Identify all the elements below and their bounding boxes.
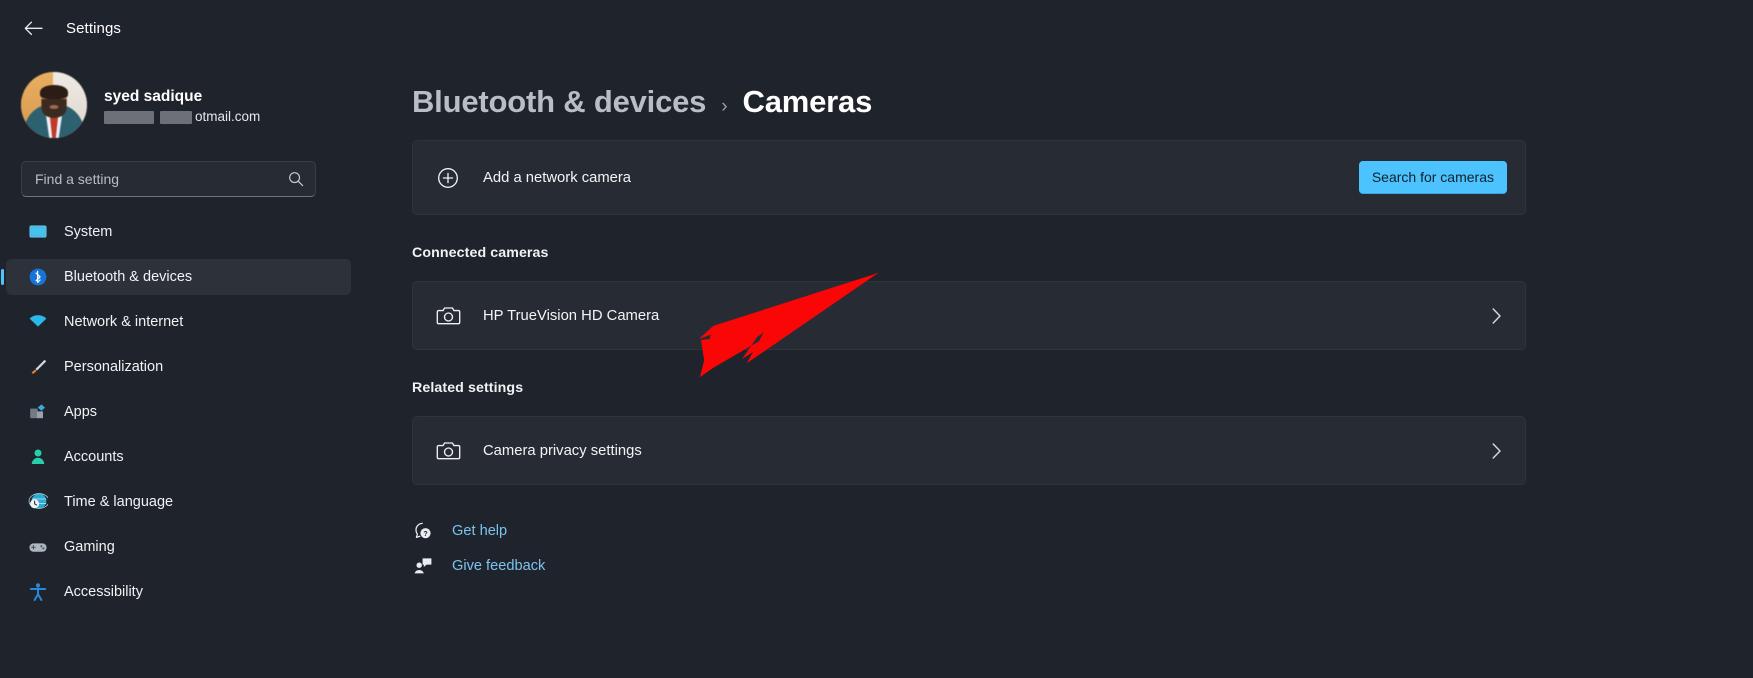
connected-camera-label: HP TrueVision HD Camera [483,307,660,324]
sidebar-item-accounts[interactable]: Accounts [6,439,351,475]
camera-icon [431,440,465,462]
redaction-block [160,111,192,124]
wifi-icon [28,312,48,332]
paintbrush-icon [28,357,48,377]
related-settings-heading: Related settings [412,380,524,396]
title-bar: Settings [0,0,363,56]
sidebar-item-bluetooth-devices[interactable]: Bluetooth & devices [6,259,351,295]
chevron-right-icon [1485,307,1507,325]
add-network-camera-label: Add a network camera [483,169,632,186]
breadcrumb: Bluetooth & devices › Cameras [412,0,1753,120]
sidebar-item-label: Network & internet [64,314,184,330]
connected-cameras-heading: Connected cameras [412,245,549,261]
sidebar-item-gaming[interactable]: Gaming [6,529,351,565]
app-title: Settings [66,19,121,37]
sidebar-item-network-internet[interactable]: Network & internet [6,304,351,340]
bluetooth-icon [28,267,48,287]
accessibility-icon [28,582,48,602]
apps-icon [28,402,48,422]
sidebar-item-time-language[interactable]: Time & language [6,484,351,520]
feedback-icon [412,556,434,576]
give-feedback-label: Give feedback [452,558,546,574]
chevron-right-icon [1485,442,1507,460]
account-block[interactable]: syed sadique otmail.com [0,56,363,138]
sidebar-item-system[interactable]: System [6,214,351,250]
redaction-block [104,111,154,124]
person-icon [28,447,48,467]
settings-window: Settings syed sadique otmail.com Find a … [0,0,1753,678]
clock-globe-icon [28,492,48,512]
gamepad-icon [28,537,48,557]
search-box[interactable] [21,161,316,197]
breadcrumb-parent[interactable]: Bluetooth & devices [412,84,706,120]
sidebar: Settings syed sadique otmail.com Find a … [0,0,363,678]
sidebar-item-accessibility[interactable]: Accessibility [6,574,351,610]
add-network-camera-card: Add a network camera Search for cameras [412,140,1526,215]
sidebar-item-label: Personalization [64,359,164,375]
search-container [0,138,363,197]
get-help-label: Get help [452,523,508,539]
sidebar-item-label: System [64,224,113,240]
camera-privacy-settings-row[interactable]: Camera privacy settings [412,416,1526,485]
back-arrow-icon [24,21,43,35]
connected-camera-row[interactable]: HP TrueVision HD Camera [412,281,1526,350]
get-help-link[interactable]: ? Get help [412,521,1753,541]
account-name: syed sadique [104,88,203,105]
chevron-right-icon: › [721,96,728,117]
plus-circle-icon [431,166,465,190]
search-icon [289,172,304,187]
help-icon: ? [412,521,434,541]
sidebar-item-label: Accounts [64,449,124,465]
sidebar-item-label: Time & language [64,494,174,510]
sidebar-item-label: Apps [64,404,98,420]
sidebar-item-personalization[interactable]: Personalization [6,349,351,385]
page-title: Cameras [742,84,873,119]
account-email: otmail.com [104,109,260,124]
footer-links: ? Get help Give feedback [412,521,1753,576]
sidebar-item-label: Gaming [64,539,115,555]
svg-text:?: ? [423,530,427,538]
search-for-cameras-button[interactable]: Search for cameras [1358,161,1507,194]
back-button[interactable] [18,13,48,43]
give-feedback-link[interactable]: Give feedback [412,556,1753,576]
search-input[interactable] [35,171,288,187]
main-content: Bluetooth & devices › Cameras Add a netw… [363,0,1753,678]
sidebar-item-label: Accessibility [64,584,143,600]
sidebar-item-apps[interactable]: Apps [6,394,351,430]
camera-icon [431,305,465,327]
avatar [21,72,87,138]
sidebar-nav: System Bluetooth & devices Network & int… [0,214,363,610]
camera-privacy-settings-label: Camera privacy settings [483,442,642,459]
display-icon [28,222,48,242]
sidebar-item-label: Bluetooth & devices [64,269,193,285]
